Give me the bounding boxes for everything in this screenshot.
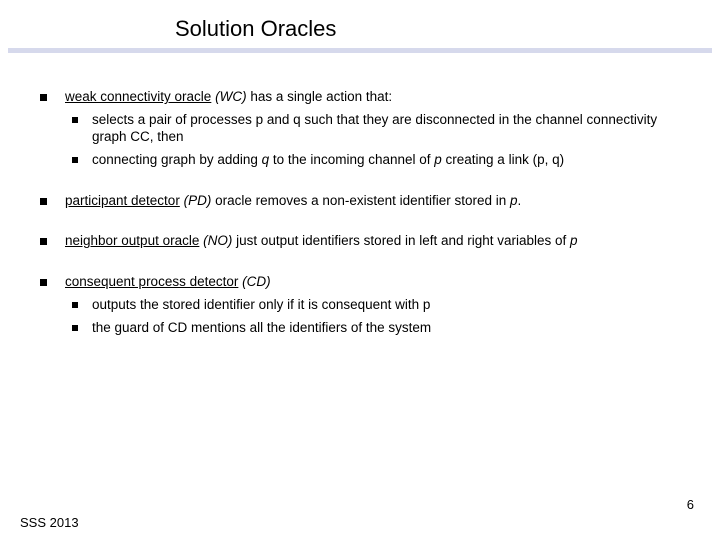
square-bullet-icon bbox=[40, 198, 47, 205]
square-bullet-icon bbox=[72, 302, 78, 308]
subitem-text: connecting graph by adding q to the inco… bbox=[92, 152, 680, 169]
item-text: participant detector (PD) oracle removes… bbox=[65, 193, 680, 210]
square-bullet-icon bbox=[40, 238, 47, 245]
footer-label: SSS 2013 bbox=[20, 515, 79, 530]
page-number: 6 bbox=[687, 497, 694, 512]
square-bullet-icon bbox=[40, 94, 47, 101]
list-item: weak connectivity oracle (WC) has a sing… bbox=[40, 89, 680, 169]
square-bullet-icon bbox=[72, 157, 78, 163]
square-bullet-icon bbox=[72, 325, 78, 331]
subitem-text: the guard of CD mentions all the identif… bbox=[92, 320, 680, 337]
slide-body: weak connectivity oracle (WC) has a sing… bbox=[0, 53, 720, 337]
item-text: weak connectivity oracle (WC) has a sing… bbox=[65, 89, 680, 106]
item-text: consequent process detector (CD) bbox=[65, 274, 680, 291]
list-item: neighbor output oracle (NO) just output … bbox=[40, 233, 680, 250]
square-bullet-icon bbox=[40, 279, 47, 286]
subitem-text: outputs the stored identifier only if it… bbox=[92, 297, 680, 314]
list-item: participant detector (PD) oracle removes… bbox=[40, 193, 680, 210]
slide-title: Solution Oracles bbox=[0, 0, 720, 48]
square-bullet-icon bbox=[72, 117, 78, 123]
list-item: consequent process detector (CD) outputs… bbox=[40, 274, 680, 337]
item-text: neighbor output oracle (NO) just output … bbox=[65, 233, 680, 250]
subitem-text: selects a pair of processes p and q such… bbox=[92, 112, 680, 146]
